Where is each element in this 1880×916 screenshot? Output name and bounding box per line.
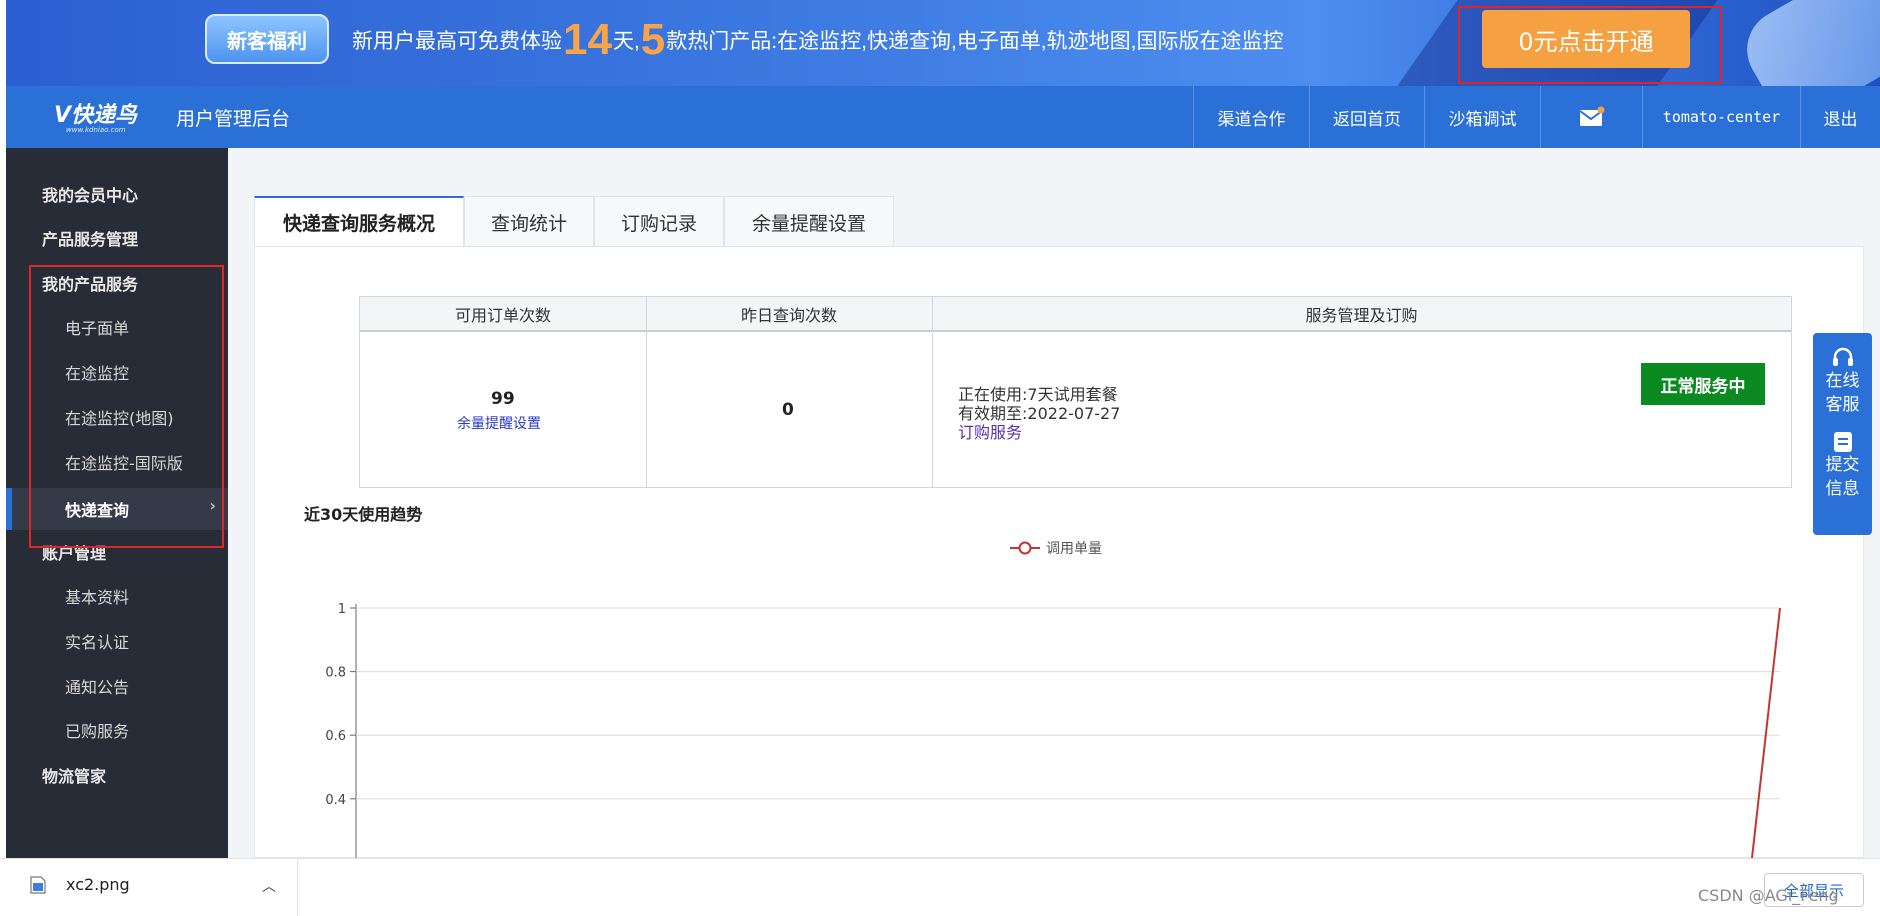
promo-mid: 天, <box>612 30 640 53</box>
download-filename: xc2.png <box>66 875 130 894</box>
download-bar: xc2.png ︿ 全部显示 <box>0 858 1880 916</box>
tab-balance-reminder[interactable]: 余量提醒设置 <box>724 196 894 247</box>
chart-y-tick-label: 1 <box>338 602 346 617</box>
sidebar-item-notices[interactable]: 通知公告 <box>6 668 228 704</box>
sidebar-item-real-name-auth[interactable]: 实名认证 <box>6 623 228 659</box>
promo-text: 新用户最高可免费体验 14 天, 5 款热门产品:在途监控,快递查询,电子面单,… <box>352 14 1283 66</box>
chart-y-tick-label: 0.8 <box>325 666 346 681</box>
form-icon <box>1833 432 1852 452</box>
image-file-icon <box>30 875 46 894</box>
new-customer-badge: 新客福利 <box>205 14 329 64</box>
sidebar-item-logistics-manager[interactable]: 物流管家 <box>6 757 228 793</box>
sidebar-item-purchased-services[interactable]: 已购服务 <box>6 712 228 748</box>
tab-service-overview[interactable]: 快递查询服务概况 <box>254 196 464 247</box>
promo-suffix: 款热门产品:在途监控,快递查询,电子面单,轨迹地图,国际版在途监控 <box>666 30 1284 53</box>
trend-chart: 1 0.8 0.6 0.4 <box>325 602 1781 858</box>
chart-legend[interactable]: 调用单量 <box>1010 538 1102 558</box>
promo-days: 14 <box>563 15 612 64</box>
online-service-button[interactable]: 在线客服 <box>1825 347 1861 417</box>
yesterday-queries-value: 0 <box>782 400 794 420</box>
nav-channel-cooperation[interactable]: 渠道合作 <box>1193 86 1309 148</box>
chart-y-tick-label: 0.4 <box>325 793 346 808</box>
chart-series-line <box>1751 607 1781 858</box>
online-service-label: 在线客服 <box>1825 371 1860 415</box>
trend-title: 近30天使用趋势 <box>304 505 423 524</box>
promo-prefix: 新用户最高可免费体验 <box>352 30 562 53</box>
tab-query-stats[interactable]: 查询统计 <box>464 196 594 247</box>
nav-messages[interactable] <box>1540 86 1642 148</box>
svg-text:V快递鸟: V快递鸟 <box>54 102 138 128</box>
stats-header-service-mgmt: 服务管理及订购 <box>932 297 1791 332</box>
nav-username[interactable]: tomato-center <box>1642 86 1800 148</box>
service-status-badge[interactable]: 正常服务中 <box>1641 363 1765 405</box>
sidebar-highlight-box <box>29 265 224 548</box>
promo-products-count: 5 <box>640 15 666 64</box>
balance-reminder-link[interactable]: 余量提醒设置 <box>457 413 541 433</box>
download-item[interactable]: xc2.png <box>30 875 130 894</box>
chevron-up-icon[interactable]: ︿ <box>262 876 276 896</box>
available-orders-value: 99 <box>491 389 515 409</box>
chart-y-tick-label: 0.6 <box>325 729 346 744</box>
submit-info-label: 提交信息 <box>1825 455 1860 499</box>
submit-info-button[interactable]: 提交信息 <box>1825 431 1861 501</box>
logo[interactable]: V快递鸟 www.kdniao.com <box>52 98 164 134</box>
sidebar-item-product-service-mgmt[interactable]: 产品服务管理 <box>6 220 228 256</box>
sidebar-item-basic-info[interactable]: 基本资料 <box>6 578 228 614</box>
legend-series-label: 调用单量 <box>1046 541 1102 557</box>
nav-back-home[interactable]: 返回首页 <box>1309 86 1424 148</box>
divider <box>646 297 647 487</box>
page: 新客福利 新用户最高可免费体验 14 天, 5 款热门产品:在途监控,快递查询,… <box>0 0 1880 916</box>
divider <box>932 297 933 487</box>
tab-bar: 快递查询服务概况 查询统计 订购记录 余量提醒设置 <box>254 196 894 247</box>
banner-decoration-shape <box>1732 0 1880 86</box>
tab-order-records[interactable]: 订购记录 <box>594 196 724 247</box>
free-activate-button[interactable]: 0元点击开通 <box>1482 10 1690 68</box>
mail-icon <box>1578 106 1604 126</box>
legend-line-marker-icon <box>1010 541 1040 555</box>
expiry-value: 2022-07-27 <box>1027 404 1121 423</box>
watermark: CSDN @AGi_Feng <box>1698 886 1839 905</box>
svg-text:www.kdniao.com: www.kdniao.com <box>66 126 126 134</box>
stats-header-available-orders: 可用订单次数 <box>360 297 646 332</box>
top-navbar: V快递鸟 www.kdniao.com 用户管理后台 渠道合作 返回首页 沙箱调… <box>6 86 1880 148</box>
app-title: 用户管理后台 <box>176 108 291 130</box>
sidebar-item-member-center[interactable]: 我的会员中心 <box>6 176 228 212</box>
nav-logout[interactable]: 退出 <box>1800 86 1880 148</box>
order-service-link[interactable]: 订购服务 <box>958 419 1022 443</box>
headset-icon <box>1832 347 1853 366</box>
floating-help-bar: 在线客服 提交信息 <box>1813 333 1872 535</box>
stats-header-yesterday-queries: 昨日查询次数 <box>646 297 932 332</box>
nav-sandbox-debug[interactable]: 沙箱调试 <box>1424 86 1540 148</box>
top-nav-items: 渠道合作 返回首页 沙箱调试 tomato-center 退出 <box>1193 86 1880 148</box>
divider <box>297 859 298 916</box>
